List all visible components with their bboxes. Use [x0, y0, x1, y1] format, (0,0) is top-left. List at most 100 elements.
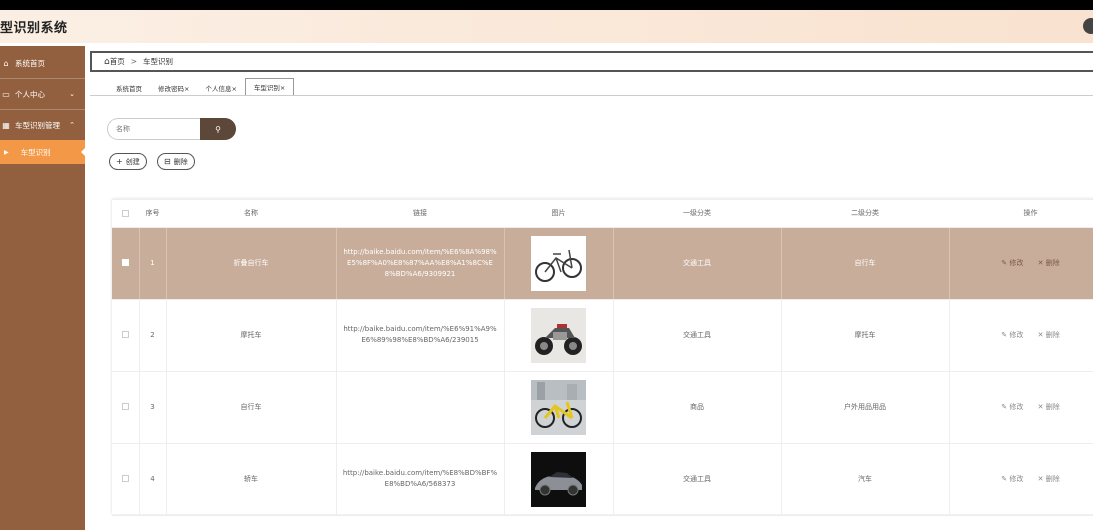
- row-checkbox[interactable]: [121, 259, 129, 266]
- name-cell: 折叠自行车: [166, 227, 337, 300]
- link-cell: http://baike.baidu.com/item/%E6%8A%98%E5…: [336, 227, 505, 300]
- table-header-row: 序号 名称 链接 图片 一级分类 二级分类 操作: [112, 200, 1093, 228]
- edit-label: 修改: [1009, 258, 1024, 267]
- delete-label: 删除: [1045, 330, 1060, 339]
- row-checkbox[interactable]: [121, 403, 129, 410]
- link-cell: [336, 371, 505, 444]
- delete-label: 删除: [173, 157, 188, 166]
- sidebar-item-label: 车型识别: [20, 147, 51, 157]
- sidebar-item-car-recognition[interactable]: ▶ 车型识别: [0, 140, 85, 164]
- link-cell: http://baike.baidu.com/item/%E8%BD%BF%E8…: [336, 443, 505, 516]
- sidebar: ⌂ 系统首页 ▭ 个人中心 ⌄ ▦ 车型识别管理 ⌃ ▶ 车型识别: [0, 46, 85, 530]
- tab-car-recognition[interactable]: 车型识别×: [244, 78, 295, 95]
- tab-home[interactable]: 系统首页: [108, 80, 150, 95]
- chevron-right-icon: ▶: [4, 148, 9, 156]
- actions-cell: ✎ 修改 ✕ 删除: [949, 371, 1093, 444]
- delete-label: 删除: [1045, 474, 1060, 483]
- breadcrumb-separator: >: [130, 57, 138, 66]
- user-card-icon: ▭: [2, 89, 10, 99]
- category2-cell: 自行车: [781, 227, 950, 300]
- row-checkbox[interactable]: [121, 475, 129, 482]
- delete-row-button[interactable]: ✕ 删除: [1038, 259, 1060, 267]
- sidebar-divider: [0, 78, 85, 79]
- column-header: 链接: [336, 200, 504, 228]
- create-label: 创建: [125, 157, 140, 166]
- name-cell: 轿车: [166, 443, 337, 516]
- column-header: 二级分类: [781, 200, 949, 228]
- chevron-down-icon: ⌄: [69, 90, 75, 98]
- close-icon: ✕: [1037, 258, 1046, 267]
- breadcrumb-home[interactable]: 首页: [110, 56, 125, 67]
- select-all-cell[interactable]: [112, 200, 139, 228]
- image-cell: [504, 443, 614, 516]
- search-input[interactable]: [107, 118, 200, 140]
- create-button[interactable]: + 创建: [109, 153, 147, 170]
- category1-cell: 交通工具: [613, 299, 782, 372]
- index-cell: 4: [139, 443, 167, 516]
- image-cell: [504, 299, 614, 372]
- category2-cell: 汽车: [781, 443, 950, 516]
- column-header: 操作: [949, 200, 1093, 228]
- edit-button[interactable]: ✎ 修改: [1001, 475, 1023, 483]
- home-icon: ⌂: [3, 58, 9, 68]
- column-header: 序号: [139, 200, 166, 228]
- sidebar-item-home[interactable]: ⌂ 系统首页: [0, 49, 85, 77]
- index-cell: 3: [139, 371, 167, 444]
- actions-cell: ✎ 修改 ✕ 删除: [949, 227, 1093, 300]
- column-header: 一级分类: [613, 200, 781, 228]
- table-row[interactable]: 3 自行车 商品 户外用品用品 ✎ 修改 ✕ 删除: [112, 371, 1093, 444]
- category2-cell: 摩托车: [781, 299, 950, 372]
- sports-car-image: [531, 451, 586, 507]
- table-row[interactable]: 1 折叠自行车 http://baike.baidu.com/item/%E6%…: [112, 227, 1093, 300]
- avatar[interactable]: [1083, 18, 1093, 34]
- edit-label: 修改: [1009, 402, 1024, 411]
- edit-label: 修改: [1009, 474, 1024, 483]
- plus-icon: +: [116, 157, 123, 166]
- category2-cell: 户外用品用品: [781, 371, 950, 444]
- index-cell: 1: [139, 227, 167, 300]
- top-black-bar: [0, 0, 1093, 10]
- actions-cell: ✎ 修改 ✕ 删除: [949, 443, 1093, 516]
- active-caret: [81, 148, 85, 156]
- row-select-cell[interactable]: [112, 371, 140, 444]
- grid-icon: ▦: [2, 120, 10, 130]
- sidebar-item-car-management[interactable]: ▦ 车型识别管理 ⌃: [0, 111, 85, 139]
- edit-button[interactable]: ✎ 修改: [1001, 403, 1023, 411]
- edit-button[interactable]: ✎ 修改: [1001, 331, 1023, 339]
- tabs-divider: [90, 95, 1093, 96]
- app-header: 型识别系统: [0, 10, 1093, 43]
- row-select-cell[interactable]: [112, 443, 140, 516]
- actions-cell: ✎ 修改 ✕ 删除: [949, 299, 1093, 372]
- tab-change-password[interactable]: 修改密码×: [150, 80, 197, 95]
- sidebar-item-profile[interactable]: ▭ 个人中心 ⌄: [0, 80, 85, 108]
- category1-cell: 交通工具: [613, 227, 782, 300]
- delete-row-button[interactable]: ✕ 删除: [1038, 331, 1060, 339]
- close-icon: ✕: [1037, 402, 1046, 411]
- delete-row-button[interactable]: ✕ 删除: [1038, 475, 1060, 483]
- motorcycle-image: [531, 307, 586, 363]
- table-row[interactable]: 4 轿车 http://baike.baidu.com/item/%E8%BD%…: [112, 443, 1093, 516]
- yellow-bike-image: [531, 379, 586, 435]
- data-table: 序号 名称 链接 图片 一级分类 二级分类 操作 1 折叠自行车 http://…: [112, 199, 1093, 516]
- delete-row-button[interactable]: ✕ 删除: [1038, 403, 1060, 411]
- delete-label: 删除: [1045, 258, 1060, 267]
- tab-profile[interactable]: 个人信息×: [197, 80, 244, 95]
- image-cell: [504, 371, 614, 444]
- select-all-checkbox[interactable]: [122, 209, 129, 217]
- row-select-cell[interactable]: [112, 299, 140, 372]
- edit-label: 修改: [1009, 330, 1024, 339]
- folding-bike-image: [531, 235, 586, 291]
- chevron-up-icon: ⌃: [69, 121, 75, 129]
- search-button[interactable]: ⚲: [200, 118, 236, 140]
- minus-box-icon: ⊟: [164, 157, 171, 166]
- app-title: 型识别系统: [0, 21, 68, 36]
- edit-button[interactable]: ✎ 修改: [1001, 259, 1023, 267]
- row-select-cell[interactable]: [112, 227, 140, 300]
- delete-button[interactable]: ⊟ 删除: [157, 153, 195, 170]
- name-cell: 自行车: [166, 371, 337, 444]
- category1-cell: 商品: [613, 371, 782, 444]
- row-checkbox[interactable]: [121, 331, 129, 338]
- close-icon: ✕: [1037, 330, 1046, 339]
- table-row[interactable]: 2 摩托车 http://baike.baidu.com/item/%E6%91…: [112, 299, 1093, 372]
- index-cell: 2: [139, 299, 167, 372]
